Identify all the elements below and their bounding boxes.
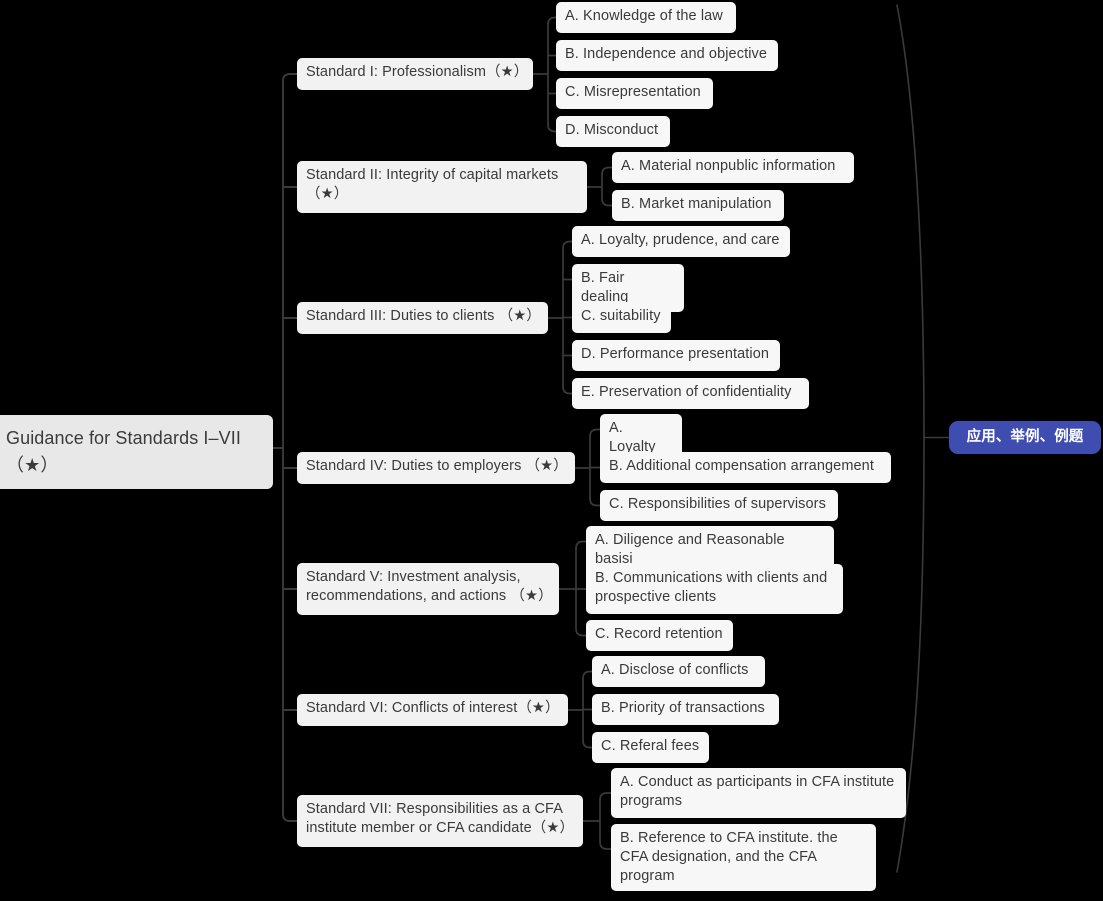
- leaf-node-5-2[interactable]: C. Referal fees: [592, 732, 709, 763]
- branch-node-6[interactable]: Standard VII: Responsibilities as a CFA …: [297, 795, 583, 847]
- branch-node-1[interactable]: Standard II: Integrity of capital market…: [297, 161, 587, 213]
- child-link-1-1: [601, 197, 613, 207]
- leaf-node-5-1[interactable]: B. Priority of transactions: [592, 694, 779, 725]
- child-link-1-0: [601, 166, 613, 176]
- branch-link-0: [282, 73, 298, 82]
- branch-node-5[interactable]: Standard VI: Conflicts of interest（★）: [297, 694, 568, 726]
- leaf-node-2-4[interactable]: E. Preservation of confidentiality: [572, 378, 809, 409]
- leaf-node-4-1[interactable]: B. Communications with clients and prosp…: [586, 564, 843, 614]
- accent-node[interactable]: 应用、举例、例题: [949, 421, 1101, 454]
- child-link-2-4: [562, 385, 573, 395]
- leaf-node-0-1[interactable]: B. Independence and objective: [556, 40, 778, 71]
- leaf-node-5-0[interactable]: A. Disclose of conflicts: [592, 656, 765, 687]
- leaf-node-4-2[interactable]: C. Record retention: [586, 620, 733, 651]
- child-link-0-3: [547, 123, 557, 133]
- branch-link-6: [282, 813, 298, 822]
- root-node[interactable]: Guidance for Standards I–VII（★）: [0, 415, 273, 489]
- leaf-node-3-2[interactable]: C. Responsibilities of supervisors: [600, 490, 838, 521]
- child-link-0-0: [547, 16, 557, 26]
- branch-node-2[interactable]: Standard III: Duties to clients （★）: [297, 302, 548, 334]
- branch-node-0[interactable]: Standard I: Professionalism（★）: [297, 58, 533, 90]
- leaf-node-2-0[interactable]: A. Loyalty, prudence, and care: [572, 226, 790, 257]
- leaf-node-2-3[interactable]: D. Performance presentation: [572, 340, 780, 371]
- leaf-node-0-3[interactable]: D. Misconduct: [556, 116, 670, 147]
- child-link-4-0: [575, 540, 587, 550]
- leaf-node-3-1[interactable]: B. Additional compensation arrangement: [600, 452, 891, 483]
- leaf-node-0-0[interactable]: A. Knowledge of the law: [556, 2, 736, 33]
- child-link-4-2: [575, 627, 587, 637]
- child-link-5-2: [582, 739, 593, 749]
- child-link-6-1: [599, 841, 612, 850]
- branch-node-4[interactable]: Standard V: Investment analysis, recomme…: [297, 563, 559, 615]
- branch-node-3[interactable]: Standard IV: Duties to employers （★）: [297, 452, 575, 484]
- leaf-node-1-1[interactable]: B. Market manipulation: [612, 190, 784, 221]
- child-link-5-0: [582, 670, 593, 680]
- leaf-node-6-0[interactable]: A. Conduct as participants in CFA instit…: [611, 768, 906, 818]
- leaf-node-6-1[interactable]: B. Reference to CFA institute. the CFA d…: [611, 824, 876, 891]
- leaf-node-1-0[interactable]: A. Material nonpublic information: [612, 152, 854, 183]
- mindmap-canvas: Guidance for Standards I–VII（★） Standard …: [0, 0, 1103, 901]
- child-link-3-0: [589, 428, 601, 438]
- child-link-6-0: [599, 792, 612, 801]
- child-link-3-2: [589, 497, 601, 507]
- grouping-brace: [896, 4, 925, 873]
- leaf-node-0-2[interactable]: C. Misrepresentation: [556, 78, 713, 109]
- leaf-node-2-2[interactable]: C. suitability: [572, 302, 671, 333]
- child-link-2-0: [562, 240, 573, 250]
